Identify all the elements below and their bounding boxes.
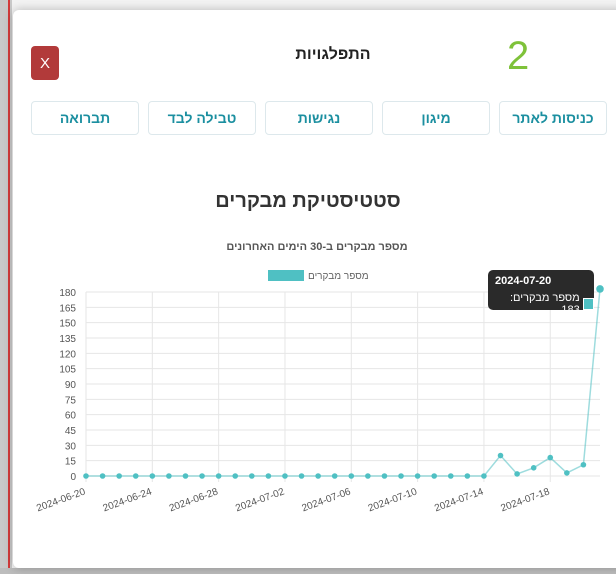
y-tick-label: 15 xyxy=(65,457,77,468)
data-point xyxy=(315,473,321,479)
data-point xyxy=(514,471,520,477)
x-tick-label: 2024-07-18 xyxy=(499,486,551,514)
legend-swatch xyxy=(268,270,304,281)
data-point xyxy=(182,473,189,479)
y-tick-label: 60 xyxy=(65,411,77,422)
data-point xyxy=(116,473,122,479)
data-point xyxy=(132,473,139,479)
series-line xyxy=(86,288,601,477)
y-tick-label: 135 xyxy=(59,334,76,345)
data-point xyxy=(447,473,454,479)
data-point xyxy=(298,473,305,479)
data-point xyxy=(365,473,371,479)
data-point xyxy=(431,473,437,479)
chart-tooltip: 2024-07-20 מספר מבקרים: 183 xyxy=(488,270,594,316)
data-point xyxy=(547,454,554,461)
data-point xyxy=(331,473,338,479)
y-tick-label: 30 xyxy=(65,441,77,452)
y-tick-label: 45 xyxy=(65,426,77,437)
x-tick-label: 2024-07-10 xyxy=(367,486,419,514)
data-point xyxy=(564,470,570,476)
x-tick-label: 2024-07-14 xyxy=(433,486,485,514)
data-point xyxy=(497,452,504,459)
tooltip-value: מספר מבקרים: 183 xyxy=(509,292,580,316)
tooltip-row: מספר מבקרים: 183 xyxy=(495,292,594,316)
tooltip-swatch xyxy=(582,298,594,310)
y-tick-label: 0 xyxy=(70,472,76,483)
x-tick-label: 2024-06-24 xyxy=(102,486,154,514)
data-point xyxy=(398,473,404,479)
x-tick-label: 2024-06-28 xyxy=(168,486,220,514)
data-point xyxy=(199,473,205,479)
y-tick-label: 105 xyxy=(59,365,76,376)
data-point xyxy=(464,473,471,479)
data-point xyxy=(99,473,106,479)
y-tick-label: 150 xyxy=(59,319,76,330)
y-tick-label: 90 xyxy=(65,380,77,391)
data-point xyxy=(265,473,272,479)
x-tick-label: 2024-07-02 xyxy=(234,486,286,514)
legend-label: מספר מבקרים xyxy=(308,271,369,282)
data-point xyxy=(381,473,388,479)
tooltip-date: 2024-07-20 xyxy=(495,275,552,287)
data-point xyxy=(481,473,487,479)
x-tick-label: 2024-07-06 xyxy=(300,486,352,514)
data-point xyxy=(166,473,172,479)
y-tick-label: 75 xyxy=(65,395,77,406)
data-point xyxy=(530,465,537,471)
data-point xyxy=(83,473,89,479)
data-point xyxy=(580,461,587,468)
data-point xyxy=(414,473,421,479)
y-tick-label: 180 xyxy=(59,288,76,299)
x-tick-label: 2024-06-20 xyxy=(35,486,87,514)
chart-title: מספר מבקרים ב-30 הימים האחרונים xyxy=(226,241,407,253)
data-point xyxy=(348,473,355,479)
data-point xyxy=(215,473,222,479)
data-point xyxy=(596,285,604,293)
data-point xyxy=(249,473,255,479)
data-point xyxy=(282,473,288,479)
y-tick-label: 165 xyxy=(59,303,76,314)
y-tick-label: 120 xyxy=(59,349,76,360)
data-point xyxy=(232,473,239,479)
data-point xyxy=(149,473,156,479)
